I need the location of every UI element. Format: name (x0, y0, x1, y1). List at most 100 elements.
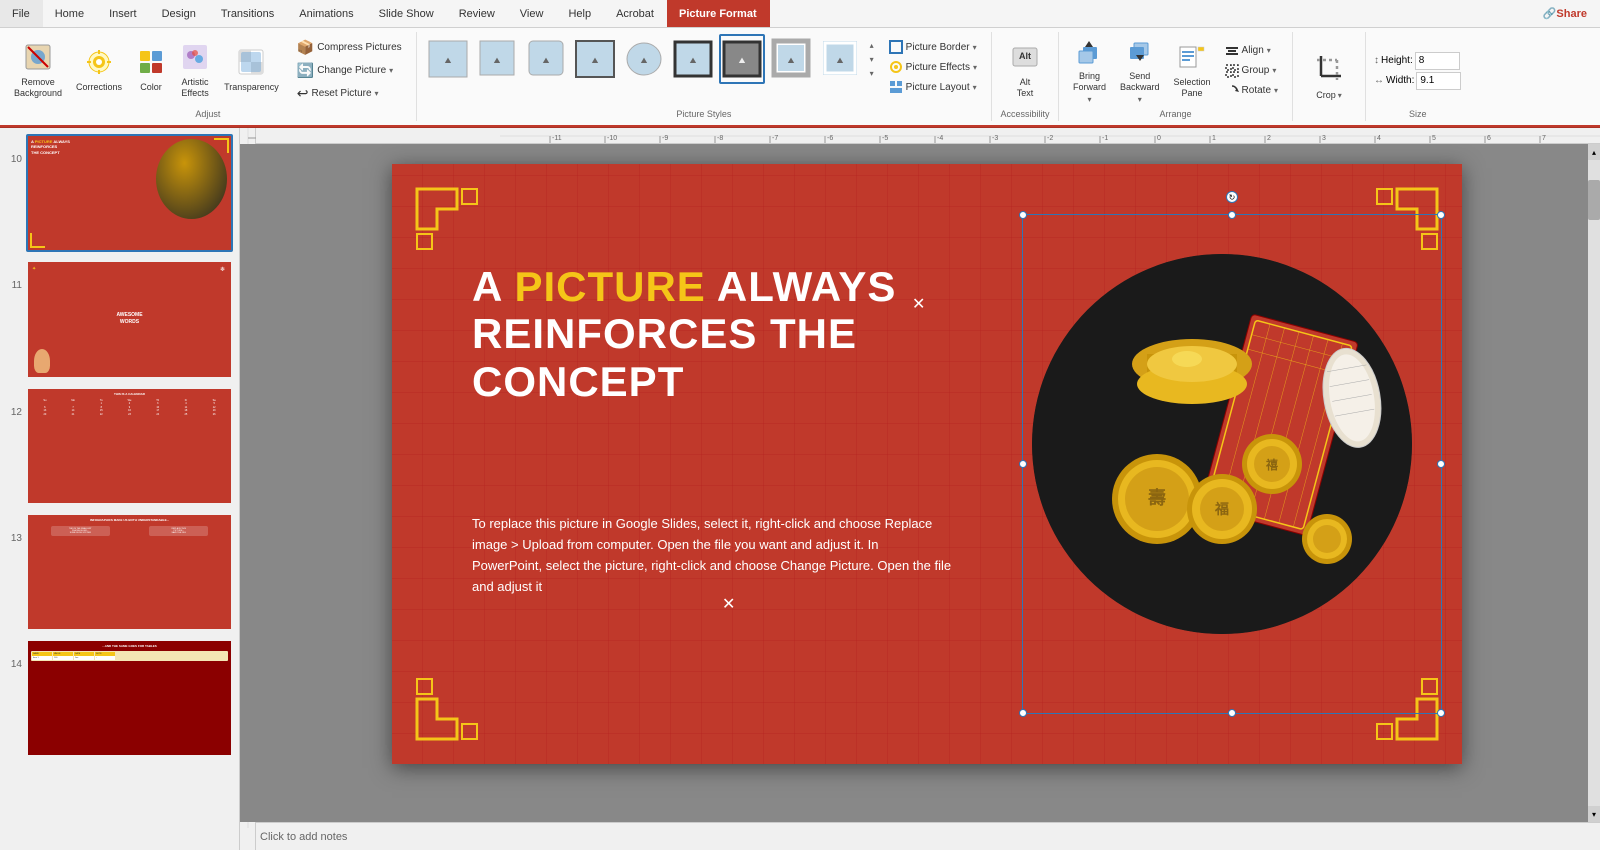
vertical-scrollbar[interactable]: ▴ ▾ (1588, 144, 1600, 822)
corner-deco-bl (407, 629, 527, 749)
styles-expand[interactable]: ▾ (865, 66, 879, 80)
picture-effects-button[interactable]: Picture Effects ▾ (883, 58, 983, 76)
selection-pane-button[interactable]: SelectionPane (1168, 40, 1217, 102)
svg-text:⛰: ⛰ (787, 56, 794, 65)
change-picture-button[interactable]: 🔄 Change Picture ▾ (291, 60, 408, 81)
picture-border-label: Picture Border (906, 42, 970, 53)
arrange-group: BringForward ▾ SendBackward ▾ (1059, 32, 1293, 121)
slide-panel[interactable]: 10 A PICTURE ALWAYSREINFORCESTHE CONCEPT (0, 128, 240, 850)
picture-styles-content: ⛰ ⛰ ⛰ ⛰ ⛰ (425, 34, 983, 107)
tab-pictureformat[interactable]: Picture Format (667, 0, 770, 27)
tab-file[interactable]: File (0, 0, 43, 27)
crop-button[interactable]: Crop ▾ (1301, 48, 1357, 105)
svg-text:Alt: Alt (1019, 51, 1031, 61)
slide-thumbnail-13[interactable]: INFOGRAPHICS MAKE US BOTH UNDERSTANDABLE… (26, 513, 233, 631)
slide-canvas[interactable]: A PICTURE ALWAYS REINFORCES THE CONCEPT … (392, 164, 1462, 764)
picture-layout-button[interactable]: Picture Layout ▾ (883, 78, 983, 96)
align-button[interactable]: Align ▾ (1219, 42, 1284, 60)
ps7[interactable]: ⛰ (719, 34, 765, 84)
reset-picture-button[interactable]: ↩ Reset Picture ▾ (291, 83, 408, 104)
tab-review[interactable]: Review (447, 0, 508, 27)
compress-label: Compress Pictures (317, 42, 401, 53)
slide-thumb-14[interactable]: 14 ...AND THE SAME GOES FOR TABLES NAME … (4, 637, 235, 759)
size-inputs: ↕ Height: ↔ Width: (1374, 52, 1461, 90)
tab-slideshow[interactable]: Slide Show (367, 0, 447, 27)
ps4[interactable]: ⛰ (572, 34, 618, 84)
bring-forward-button[interactable]: BringForward ▾ (1067, 34, 1112, 107)
tab-view[interactable]: View (508, 0, 557, 27)
crop-content: Crop ▾ (1301, 34, 1357, 119)
picture-styles-grid: ⛰ ⛰ ⛰ ⛰ ⛰ (425, 34, 863, 84)
tab-help[interactable]: Help (556, 0, 604, 27)
tab-home[interactable]: Home (43, 0, 97, 27)
svg-text:-10: -10 (607, 135, 617, 142)
ps1[interactable]: ⛰ (425, 34, 471, 84)
transparency-button[interactable]: Transparency (218, 45, 285, 96)
notes-bar[interactable]: Click to add notes (240, 822, 1600, 850)
slide-thumb-11[interactable]: 11 AWESOMEWORDS ❄ ✦ (4, 258, 235, 380)
height-input[interactable] (1415, 52, 1460, 70)
svg-text:-1: -1 (1102, 135, 1108, 142)
slide-img-14: ...AND THE SAME GOES FOR TABLES NAME VAL… (28, 641, 231, 755)
picture-border-button[interactable]: Picture Border ▾ (883, 38, 983, 56)
corrections-button[interactable]: Corrections (70, 45, 128, 96)
slide-num-13: 13 (6, 533, 22, 544)
align-label: Align (1242, 45, 1264, 56)
width-row: ↔ Width: (1374, 72, 1461, 90)
height-label: Height: (1381, 55, 1413, 66)
picture-styles-wrapper: ⛰ ⛰ ⛰ ⛰ ⛰ (425, 34, 879, 84)
svg-text:福: 福 (1214, 501, 1229, 517)
alt-text-button[interactable]: Alt AltText (1000, 40, 1050, 102)
tab-animations[interactable]: Animations (287, 0, 366, 27)
share-button[interactable]: 🔗 Share (1531, 0, 1600, 27)
slide-thumbnail-12[interactable]: THIS IS A CALENDAR SuMoTuWeThFrSa 12345 … (26, 387, 233, 505)
slide-thumb-13[interactable]: 13 INFOGRAPHICS MAKE US BOTH UNDERSTANDA… (4, 511, 235, 633)
scroll-thumb[interactable] (1588, 180, 1600, 220)
compress-pictures-button[interactable]: 📦 Compress Pictures (291, 37, 408, 58)
slide-thumbnail-10[interactable]: A PICTURE ALWAYSREINFORCESTHE CONCEPT (26, 134, 233, 252)
artistic-effects-button[interactable]: ArtisticEffects (174, 40, 216, 102)
scroll-up[interactable]: ▴ (1588, 144, 1600, 160)
slide-image-circle[interactable]: 壽 福 (1032, 254, 1412, 634)
ps5[interactable]: ⛰ (621, 34, 667, 84)
send-backward-button[interactable]: SendBackward ▾ (1114, 34, 1166, 107)
tab-acrobat[interactable]: Acrobat (604, 0, 667, 27)
reset-arrow: ▾ (375, 89, 379, 98)
tab-transitions[interactable]: Transitions (209, 0, 287, 27)
slide-image-area[interactable]: 壽 福 (1022, 214, 1442, 714)
color-button[interactable]: Color (130, 45, 172, 96)
styles-scroll-up[interactable]: ▴ (865, 38, 879, 52)
transparency-label: Transparency (224, 82, 279, 93)
remove-background-button[interactable]: RemoveBackground (8, 40, 68, 102)
slide-thumb-12[interactable]: 12 THIS IS A CALENDAR SuMoTuWeThFrSa 123… (4, 385, 235, 507)
width-icon: ↔ (1374, 75, 1384, 86)
slide-thumb-10[interactable]: 10 A PICTURE ALWAYSREINFORCESTHE CONCEPT (4, 132, 235, 254)
scroll-down[interactable]: ▾ (1588, 806, 1600, 822)
rotate-button[interactable]: Rotate ▾ (1219, 82, 1284, 100)
svg-text:-9: -9 (662, 135, 668, 142)
ps3[interactable]: ⛰ (523, 34, 569, 84)
styles-scroll-down[interactable]: ▾ (865, 52, 879, 66)
ps6[interactable]: ⛰ (670, 34, 716, 84)
svg-text:禧: 禧 (1266, 457, 1278, 472)
rotate-arrow: ▾ (1274, 86, 1278, 95)
slide-canvas-wrapper[interactable]: A PICTURE ALWAYS REINFORCES THE CONCEPT … (240, 144, 1588, 822)
tab-insert[interactable]: Insert (97, 0, 150, 27)
group-button[interactable]: Group ▾ (1219, 62, 1284, 80)
width-input[interactable] (1416, 72, 1461, 90)
slide-thumbnail-14[interactable]: ...AND THE SAME GOES FOR TABLES NAME VAL… (26, 639, 233, 757)
size-group-label: Size (1409, 107, 1427, 119)
ps9[interactable]: ⛰ (817, 34, 863, 84)
ps8[interactable]: ⛰ (768, 34, 814, 84)
svg-text:⛰: ⛰ (836, 56, 843, 65)
align-arrow: ▾ (1267, 46, 1271, 55)
svg-text:-2: -2 (1047, 135, 1053, 142)
svg-text:3: 3 (1322, 135, 1326, 142)
effects-arrow: ▾ (973, 63, 977, 72)
slide-thumbnail-11[interactable]: AWESOMEWORDS ❄ ✦ (26, 260, 233, 378)
ribbon-tab-bar: File Home Insert Design Transitions Anim… (0, 0, 1600, 28)
ps2[interactable]: ⛰ (474, 34, 520, 84)
tab-design[interactable]: Design (150, 0, 209, 27)
change-arrow: ▾ (389, 66, 393, 75)
svg-text:-7: -7 (772, 135, 778, 142)
